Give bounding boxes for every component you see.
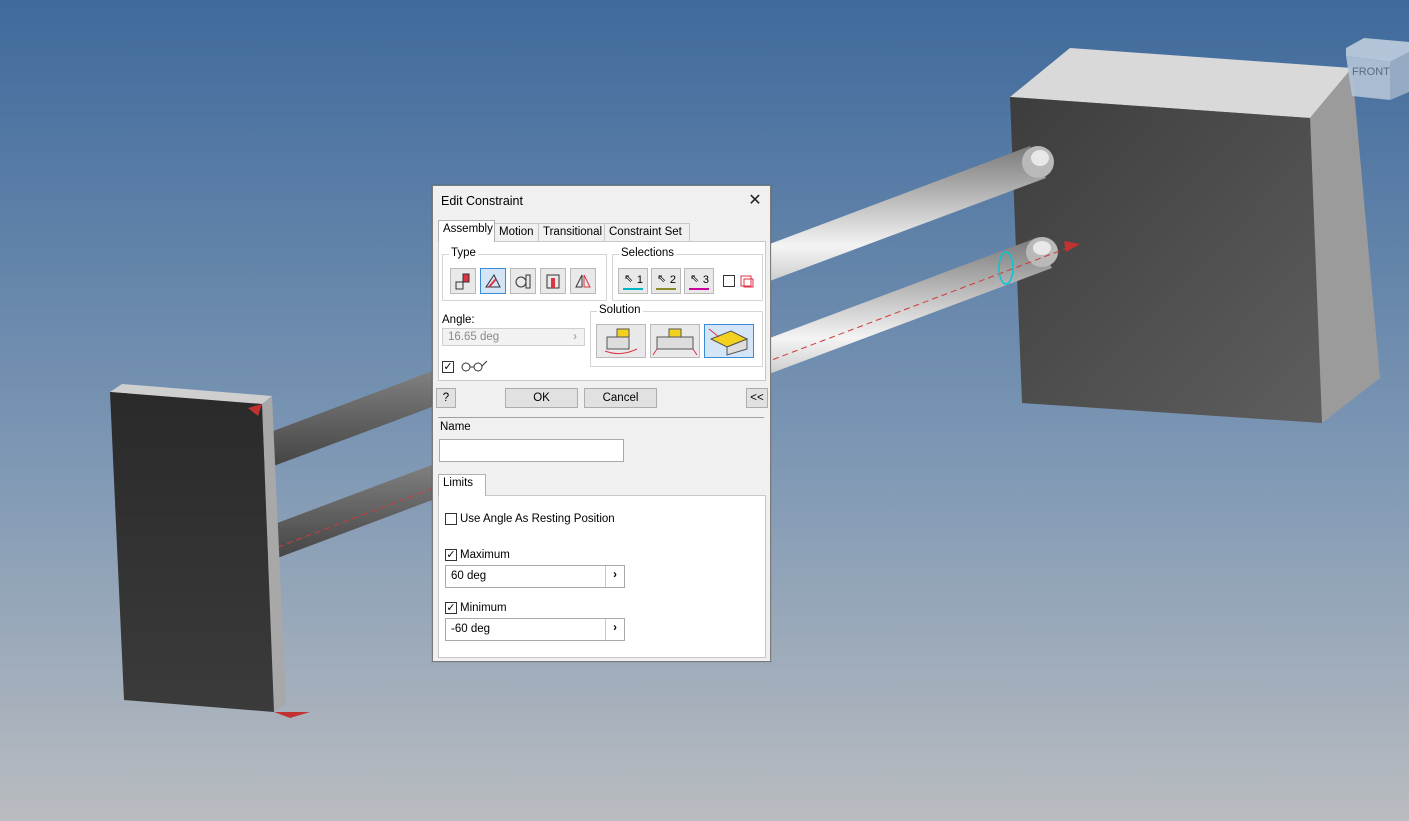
resting-position-label: Use Angle As Resting Position — [460, 513, 615, 525]
maximum-input[interactable]: 60 deg › — [445, 565, 625, 588]
explicit-reference-vector-icon — [708, 328, 749, 356]
pick-part-first-checkbox[interactable] — [723, 275, 735, 287]
help-icon: ? — [442, 392, 450, 404]
solution-group-label: Solution — [597, 304, 643, 316]
view-cube[interactable]: FRONT — [1344, 38, 1409, 100]
undirected-angle-icon — [652, 328, 698, 356]
selection-2-color-bar — [656, 288, 676, 290]
cursor-arrow-icon: ⇖ — [657, 273, 667, 285]
directed-angle-icon — [604, 328, 638, 355]
selection-1-button[interactable]: ⇖ 1 — [618, 268, 648, 294]
resting-position-checkbox[interactable] — [445, 513, 457, 525]
selection-3-button[interactable]: ⇖ 3 — [684, 268, 714, 294]
selection-2-button[interactable]: ⇖ 2 — [651, 268, 681, 294]
insert-constraint-icon — [546, 274, 560, 289]
chevron-right-icon[interactable]: › — [605, 619, 624, 640]
minimum-input[interactable]: -60 deg › — [445, 618, 625, 641]
selection-1-label: 1 — [636, 274, 643, 286]
selections-group-label: Selections — [619, 247, 677, 259]
assembly-panel: Type Selections ⇖ 1 ⇖ 2 ⇖ 3 Angle: 16.65… — [438, 241, 766, 381]
tab-transitional[interactable]: Transitional — [538, 223, 606, 241]
show-preview-checkbox[interactable]: ✓ — [442, 361, 454, 373]
view-cube-label: FRONT — [1352, 66, 1390, 78]
angle-constraint-button[interactable] — [480, 268, 506, 294]
minimum-label: Minimum — [460, 602, 507, 614]
maximum-checkbox[interactable]: ✓ — [445, 549, 457, 561]
cursor-arrow-icon: ⇖ — [690, 273, 700, 285]
limits-panel: Use Angle As Resting Position ✓ Maximum … — [438, 495, 766, 658]
tangent-constraint-icon — [515, 274, 531, 289]
chevron-right-icon[interactable]: › — [605, 566, 624, 587]
symmetry-constraint-icon — [575, 274, 591, 288]
selections-group: Selections ⇖ 1 ⇖ 2 ⇖ 3 — [612, 247, 763, 301]
tab-constraint-set[interactable]: Constraint Set — [604, 223, 690, 241]
cursor-arrow-icon: ⇖ — [624, 273, 634, 285]
explicit-reference-vector-button[interactable] — [704, 324, 754, 358]
edit-constraint-dialog: Edit Constraint ✕ Assembly Motion Transi… — [432, 185, 771, 662]
selection-1-color-bar — [623, 288, 643, 290]
separator — [438, 417, 764, 418]
maximum-label: Maximum — [460, 549, 510, 561]
close-icon: ✕ — [748, 192, 762, 209]
tab-assembly[interactable]: Assembly — [438, 220, 495, 242]
tab-limits[interactable]: Limits — [438, 474, 486, 496]
name-input[interactable] — [439, 439, 624, 462]
name-label: Name — [440, 421, 471, 433]
selection-3-color-bar — [689, 288, 709, 290]
cancel-button[interactable]: Cancel — [584, 388, 657, 408]
ok-button[interactable]: OK — [505, 388, 578, 408]
minimum-checkbox[interactable]: ✓ — [445, 602, 457, 614]
insert-constraint-button[interactable] — [540, 268, 566, 294]
close-button[interactable]: ✕ — [744, 190, 766, 212]
tab-motion[interactable]: Motion — [494, 223, 540, 241]
maximum-value: 60 deg — [451, 570, 487, 582]
collapse-button[interactable]: << — [746, 388, 768, 408]
angle-constraint-icon — [485, 274, 501, 288]
right-block[interactable] — [1010, 48, 1380, 423]
chevron-right-icon: › — [573, 331, 577, 343]
solution-group: Solution — [590, 304, 763, 367]
angle-field: 16.65 deg › — [442, 328, 585, 346]
angle-label: Angle: — [442, 314, 475, 326]
tangent-constraint-button[interactable] — [510, 268, 536, 294]
dialog-title: Edit Constraint — [441, 194, 523, 208]
directed-angle-button[interactable] — [596, 324, 646, 358]
angle-value: 16.65 deg — [448, 331, 500, 343]
help-button[interactable]: ? — [436, 388, 456, 408]
type-group-label: Type — [449, 247, 478, 259]
minimum-value: -60 deg — [451, 623, 491, 635]
mate-constraint-button[interactable] — [450, 268, 476, 294]
type-group: Type — [442, 247, 607, 301]
mate-constraint-icon — [455, 273, 470, 290]
symmetry-constraint-button[interactable] — [570, 268, 596, 294]
undirected-angle-button[interactable] — [650, 324, 700, 358]
selection-3-label: 3 — [702, 274, 709, 286]
selection-2-label: 2 — [669, 274, 676, 286]
glasses-icon — [461, 360, 488, 372]
pick-part-first-icon — [740, 275, 754, 288]
